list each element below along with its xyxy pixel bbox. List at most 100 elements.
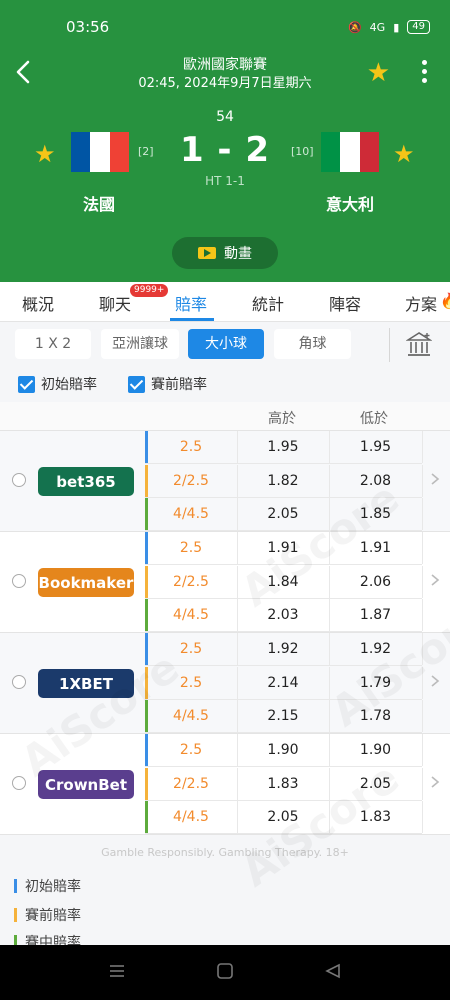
legend-initial-bar bbox=[14, 879, 17, 893]
over-odds: 2.14 bbox=[267, 674, 299, 691]
halftime-score: HT 1-1 bbox=[205, 174, 245, 188]
checkbox-checked-icon bbox=[128, 375, 145, 393]
video-icon bbox=[198, 247, 216, 259]
cell-divider bbox=[422, 431, 423, 463]
header-over: 高於 bbox=[268, 411, 296, 427]
tab-odds[interactable]: 賠率 bbox=[175, 291, 207, 315]
odds-row[interactable]: 4/4.5 2.15 1.78 bbox=[145, 700, 423, 733]
home-favorite-star-icon[interactable]: ★ bbox=[34, 140, 56, 168]
odds-row[interactable]: 2.5 1.91 1.91 bbox=[145, 532, 423, 565]
odds-table: 高於 低於 bet365 2.5 1.95 1.95 2/2.5 1.82 2.08 4/4.… bbox=[0, 402, 450, 835]
initial-odds-checkbox[interactable]: 初始賠率 bbox=[18, 374, 97, 394]
bookmaker-group[interactable]: bet365 2.5 1.95 1.95 2/2.5 1.82 2.08 4/4.5 2.05 1… bbox=[0, 431, 450, 532]
cell-divider bbox=[237, 767, 238, 800]
bookmaker-logo[interactable]: 1XBET bbox=[38, 669, 134, 698]
cell-divider bbox=[329, 565, 330, 598]
line-value: 2.5 bbox=[179, 742, 203, 758]
cell-divider bbox=[329, 431, 330, 463]
line-value: 4/4.5 bbox=[173, 809, 209, 825]
status-time: 03:56 bbox=[66, 18, 110, 36]
system-nav-bar bbox=[0, 945, 450, 1000]
home-icon[interactable] bbox=[216, 963, 234, 979]
away-team-flag[interactable] bbox=[321, 132, 379, 172]
odds-row[interactable]: 2/2.5 1.83 2.05 bbox=[145, 767, 423, 801]
cell-divider bbox=[329, 464, 330, 497]
cell-divider bbox=[329, 767, 330, 800]
radio-button[interactable] bbox=[12, 675, 26, 689]
odds-row[interactable]: 2.5 1.92 1.92 bbox=[145, 633, 423, 666]
filter-asian-handicap[interactable]: 亞洲讓球 bbox=[101, 329, 179, 359]
prematch-odds-label: 賽前賠率 bbox=[151, 377, 207, 393]
cell-divider bbox=[237, 498, 238, 530]
chevron-right-icon[interactable] bbox=[430, 573, 440, 587]
odds-row[interactable]: 2.5 2.14 1.79 bbox=[145, 666, 423, 700]
bookmaker-logo[interactable]: CrownBet bbox=[38, 770, 134, 799]
radio-button[interactable] bbox=[12, 473, 26, 487]
odds-row[interactable]: 4/4.5 2.05 1.85 bbox=[145, 498, 423, 531]
tab-chat[interactable]: 聊天 bbox=[99, 291, 131, 315]
odds-row[interactable]: 4/4.5 2.05 1.83 bbox=[145, 801, 423, 834]
prematch-odds-checkbox[interactable]: 賽前賠率 bbox=[128, 374, 207, 394]
recents-icon[interactable] bbox=[108, 963, 126, 979]
odds-row[interactable]: 2/2.5 1.84 2.06 bbox=[145, 565, 423, 599]
cell-divider bbox=[329, 700, 330, 732]
legend-prematch: 賽前賠率 bbox=[14, 905, 81, 925]
radio-button[interactable] bbox=[12, 574, 26, 588]
odds-row[interactable]: 2.5 1.95 1.95 bbox=[145, 431, 423, 464]
over-odds: 2.15 bbox=[267, 708, 299, 724]
away-team-name[interactable]: 意大利 bbox=[326, 191, 374, 215]
home-team-name[interactable]: 法國 bbox=[83, 191, 115, 215]
under-odds: 1.92 bbox=[359, 641, 392, 657]
chevron-right-icon[interactable] bbox=[430, 674, 440, 688]
tab-stats[interactable]: 統計 bbox=[252, 291, 284, 315]
flag-stripe bbox=[90, 132, 110, 172]
over-odds: 1.84 bbox=[267, 573, 299, 590]
odds-row[interactable]: 2.5 1.90 1.90 bbox=[145, 734, 423, 767]
odds-row[interactable]: 2/2.5 1.82 2.08 bbox=[145, 464, 423, 498]
bookmaker-group[interactable]: CrownBet 2.5 1.90 1.90 2/2.5 1.83 2.05 4/4.5 2.0… bbox=[0, 734, 450, 835]
chevron-right-icon[interactable] bbox=[430, 472, 440, 486]
cell-divider bbox=[422, 464, 423, 497]
cell-divider bbox=[237, 734, 238, 766]
under-odds: 1.90 bbox=[359, 742, 392, 758]
cell-divider bbox=[237, 666, 238, 699]
filter-1x2[interactable]: 1 X 2 bbox=[15, 329, 91, 359]
chevron-right-icon[interactable] bbox=[430, 775, 440, 789]
back-nav-icon[interactable] bbox=[324, 963, 342, 979]
line-value: 2/2.5 bbox=[173, 775, 209, 792]
cell-divider bbox=[422, 498, 423, 530]
away-favorite-star-icon[interactable]: ★ bbox=[393, 140, 415, 168]
bookmaker-group[interactable]: 1XBET 2.5 1.92 1.92 2.5 2.14 1.79 4/4.5 2.15 1.78 bbox=[0, 633, 450, 734]
tab-overview[interactable]: 概況 bbox=[22, 291, 54, 315]
bookmaker-group[interactable]: Bookmaker 2.5 1.91 1.91 2/2.5 1.84 2.06 4/4.5 2.… bbox=[0, 532, 450, 633]
tab-plans[interactable]: 方案 bbox=[405, 291, 437, 315]
over-odds: 1.83 bbox=[267, 775, 299, 792]
bank-icon[interactable] bbox=[406, 331, 432, 359]
bookmaker-logo[interactable]: Bookmaker bbox=[38, 568, 134, 597]
cell-divider bbox=[422, 801, 423, 833]
odds-row[interactable]: 4/4.5 2.03 1.87 bbox=[145, 599, 423, 632]
cell-divider bbox=[237, 431, 238, 463]
flag-stripe bbox=[109, 132, 129, 172]
home-team-flag[interactable] bbox=[71, 132, 129, 172]
table-header: 高於 低於 bbox=[0, 402, 450, 431]
filter-over-under[interactable]: 大小球 bbox=[188, 329, 264, 359]
line-value: 2.5 bbox=[179, 540, 203, 556]
animation-button[interactable]: 動畫 bbox=[172, 237, 278, 269]
cell-divider bbox=[329, 734, 330, 766]
legend-prematch-label: 賽前賠率 bbox=[25, 908, 81, 924]
bookmaker-groups: bet365 2.5 1.95 1.95 2/2.5 1.82 2.08 4/4.5 2.05 1… bbox=[0, 431, 450, 835]
cell-divider bbox=[329, 801, 330, 833]
line-value: 4/4.5 bbox=[173, 607, 209, 623]
favorite-star-icon[interactable]: ★ bbox=[367, 58, 390, 88]
checkbox-checked-icon bbox=[18, 375, 35, 393]
cell-divider bbox=[422, 666, 423, 699]
legend-initial-label: 初始賠率 bbox=[25, 879, 81, 895]
bookmaker-logo[interactable]: bet365 bbox=[38, 467, 134, 496]
animation-label: 動畫 bbox=[224, 246, 252, 262]
over-odds: 2.05 bbox=[267, 809, 299, 825]
tab-lineup[interactable]: 陣容 bbox=[329, 291, 361, 315]
radio-button[interactable] bbox=[12, 776, 26, 790]
filter-corners[interactable]: 角球 bbox=[274, 329, 351, 359]
more-menu-icon[interactable] bbox=[422, 60, 428, 84]
